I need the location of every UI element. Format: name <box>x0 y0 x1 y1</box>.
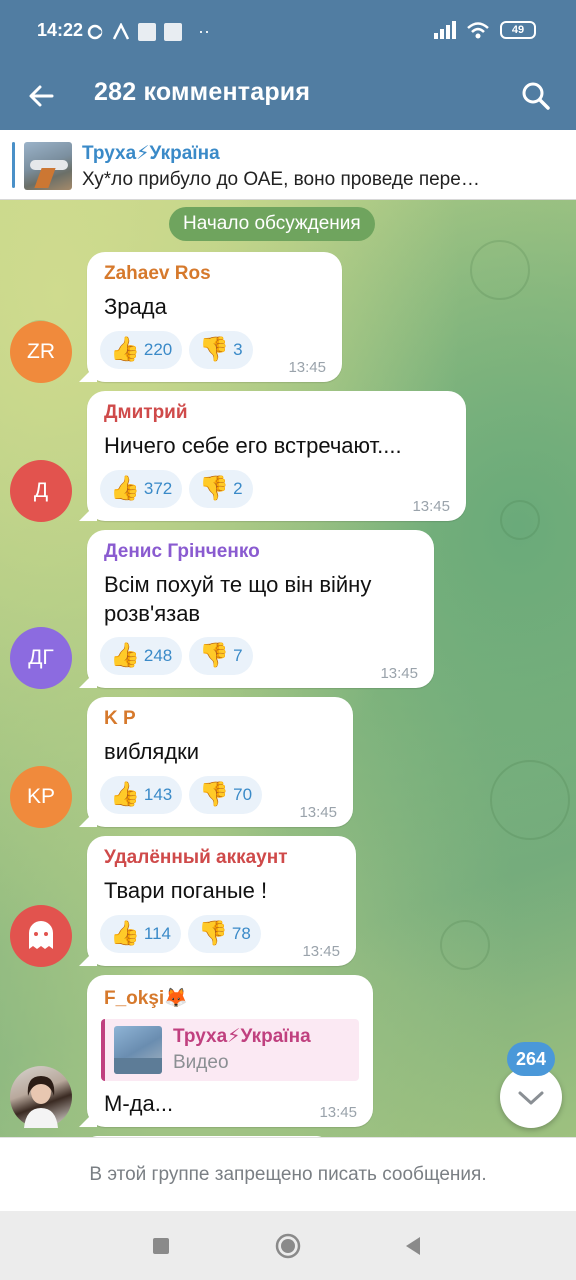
forwarded-media-type: Видео <box>173 1052 229 1073</box>
battery-indicator: 49 <box>500 21 536 39</box>
thumbs-up-icon: 👍 <box>110 781 140 808</box>
sync-icon <box>87 24 103 39</box>
thumbs-down-icon: 👎 <box>199 336 230 363</box>
app-bar: 282 комментария <box>0 62 576 130</box>
reaction-count: 143 <box>143 785 173 804</box>
notification-icon <box>138 22 156 41</box>
post-thumbnail <box>24 142 72 190</box>
app-a-icon <box>112 22 130 40</box>
avatar[interactable]: Д <box>10 460 72 522</box>
reaction-like[interactable]: 👍 372 <box>100 470 183 508</box>
chat-area[interactable]: Начало обсуждения Zahaev Ros Зрада 👍 220 … <box>0 200 576 1137</box>
thumbs-down-icon: 👎 <box>198 920 228 947</box>
user-photo-icon <box>24 1076 58 1128</box>
message-time: 13:45 <box>288 359 326 376</box>
message-bubble[interactable]: Дмитрий Ничего себе его встречают.... 👍 3… <box>87 391 466 521</box>
back-button[interactable] <box>22 76 62 116</box>
reaction-dislike[interactable]: 👎 2 <box>189 470 253 508</box>
message-text: Твари поганые ! <box>104 878 268 903</box>
message-sender[interactable]: Дмитрий <box>104 402 188 424</box>
reaction-count: 248 <box>143 646 173 665</box>
posting-restricted-notice: В этой группе запрещено писать сообщения… <box>89 1164 487 1185</box>
message-text-line: Всім похуй те що він війну <box>104 572 372 597</box>
message-time: 13:45 <box>412 498 450 515</box>
reaction-dislike[interactable]: 👎 7 <box>189 637 253 675</box>
message-bubble[interactable]: Денис Грінченко Всім похуй те що він вій… <box>87 530 434 688</box>
restricted-input-bar: В этой группе запрещено писать сообщения… <box>0 1137 576 1211</box>
message-bubble[interactable]: F_okşi🦊 Труха⚡Україна Видео М-да... 13:4… <box>87 975 373 1127</box>
message-time: 13:45 <box>380 665 418 682</box>
message-time: 13:45 <box>299 804 337 821</box>
reaction-dislike[interactable]: 👎 3 <box>189 331 253 369</box>
home-button[interactable] <box>273 1231 303 1261</box>
signal-icon <box>434 21 456 39</box>
discussion-start-chip: Начало обсуждения <box>169 207 375 241</box>
reaction-count: 70 <box>233 785 253 804</box>
status-time: 14:22 <box>37 20 84 40</box>
post-preview-text: Ху*ло прибуло до ОАЕ, воно проведе перe… <box>82 169 480 190</box>
thumbs-down-icon: 👎 <box>199 475 230 502</box>
search-button[interactable] <box>514 74 558 118</box>
avatar[interactable]: ДГ <box>10 627 72 689</box>
avatar[interactable]: KP <box>10 766 72 828</box>
original-post-banner[interactable]: Труха⚡Україна Ху*ло прибуло до ОАЕ, воно… <box>0 130 576 200</box>
channel-name: Труха⚡Україна <box>82 143 220 164</box>
reaction-count: 78 <box>231 924 251 943</box>
status-bar: 14:22 ·· 49 <box>0 0 576 62</box>
message-text: виблядки <box>104 739 200 764</box>
message-sender[interactable]: K P <box>104 708 136 730</box>
message-text: Ничего себе его встречают.... <box>104 433 402 458</box>
message-sender[interactable]: F_okşi🦊 <box>104 986 188 1010</box>
message-text: Всім похуй те що він війну розв'язав <box>104 570 371 628</box>
message-sender[interactable]: Денис Грінченко <box>104 541 260 563</box>
reaction-count: 114 <box>143 924 171 943</box>
thumbs-up-icon: 👍 <box>110 920 140 947</box>
thumbs-down-icon: 👎 <box>199 781 230 808</box>
reaction-like[interactable]: 👍 143 <box>100 776 183 814</box>
message-bubble[interactable]: K P виблядки 👍 143 👎 70 13:45 <box>87 697 353 827</box>
pinned-accent-bar <box>12 142 15 188</box>
status-system-icons: 49 <box>434 21 536 39</box>
forwarded-post[interactable]: Труха⚡Україна Видео <box>101 1019 359 1081</box>
reaction-count: 7 <box>233 646 243 665</box>
page-title: 282 комментария <box>94 78 311 106</box>
avatar-photo[interactable] <box>10 1066 72 1128</box>
reaction-count: 2 <box>233 479 243 498</box>
reaction-like[interactable]: 👍 248 <box>100 637 183 675</box>
recents-button[interactable] <box>146 1231 176 1261</box>
reaction-like[interactable]: 👍 220 <box>100 331 183 369</box>
message-text: Зрада <box>104 294 167 319</box>
status-notification-icons: ·· <box>86 21 210 42</box>
thumbs-up-icon: 👍 <box>110 475 140 502</box>
message-time: 13:45 <box>319 1104 357 1121</box>
message-text-line: розв'язав <box>104 601 201 626</box>
system-nav-bar <box>0 1211 576 1280</box>
message-text: М-да... <box>104 1091 174 1116</box>
thumbs-up-icon: 👍 <box>110 642 140 669</box>
thumbs-down-icon: 👎 <box>199 642 230 669</box>
ghost-icon <box>29 921 53 949</box>
forwarded-channel-name: Труха⚡Україна <box>173 1026 311 1047</box>
message-bubble[interactable]: Zahaev Ros Зрада 👍 220 👎 3 13:45 <box>87 252 342 382</box>
reaction-count: 372 <box>143 479 173 498</box>
unread-count-badge: 264 <box>507 1042 556 1076</box>
message-sender[interactable]: Zahaev Ros <box>104 263 211 285</box>
reaction-dislike[interactable]: 👎 70 <box>189 776 263 814</box>
message-sender[interactable]: Удалённый аккаунт <box>104 847 288 869</box>
reaction-dislike[interactable]: 👎 78 <box>188 915 261 953</box>
reaction-count: 3 <box>233 340 243 359</box>
thumbs-up-icon: 👍 <box>110 336 140 363</box>
reaction-like[interactable]: 👍 114 <box>100 915 181 953</box>
message-bubble[interactable]: Удалённый аккаунт Твари поганые ! 👍 114 👎… <box>87 836 356 966</box>
message-time: 13:45 <box>302 943 340 960</box>
avatar[interactable]: ZR <box>10 321 72 383</box>
video-thumbnail <box>114 1026 162 1074</box>
reaction-count: 220 <box>143 340 173 359</box>
wifi-icon <box>467 22 489 39</box>
notification-icon <box>164 22 182 41</box>
back-nav-button[interactable] <box>398 1231 428 1261</box>
more-notifications-icon: ·· <box>198 21 210 41</box>
avatar[interactable] <box>10 905 72 967</box>
